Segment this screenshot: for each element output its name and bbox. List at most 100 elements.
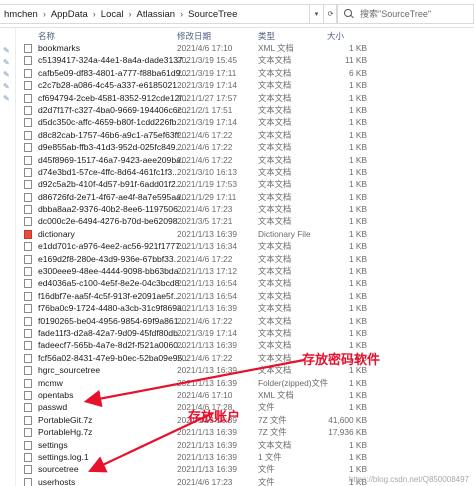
- file-name[interactable]: d74e3bd1-57ce-4ffc-8d64-461fc1f3...: [38, 166, 190, 178]
- file-name[interactable]: PortableGit.7z: [38, 414, 190, 426]
- file-row[interactable]: d86726fd-2e71-4f67-ae4f-8a7e595aa... 2021…: [20, 191, 474, 203]
- file-name[interactable]: d9e855ab-ffb3-41d3-952d-025fc849...: [38, 141, 190, 153]
- file-row[interactable]: d74e3bd1-57ce-4ffc-8d64-461fc1f3... 2021/…: [20, 166, 474, 178]
- file-size: 41,600 KB: [328, 414, 367, 425]
- file-row[interactable]: e1dd701c-a976-4ee2-ac56-921f1777... 2021/…: [20, 240, 474, 252]
- file-row[interactable]: c2c7b28-a086-4c45-a337-e6185021... 2021/3…: [20, 79, 474, 91]
- file-row[interactable]: hgrc_sourcetree 2021/1/13 16:39 文本文档 1 KB: [20, 364, 474, 376]
- file-name[interactable]: hgrc_sourcetree: [38, 364, 190, 376]
- history-dropdown-icon[interactable]: ▾: [310, 4, 324, 24]
- file-row[interactable]: e300eee9-48ee-4444-9098-bb63bda... 2021/1…: [20, 265, 474, 277]
- file-name[interactable]: e1dd701c-a976-4ee2-ac56-921f1777...: [38, 240, 190, 252]
- file-row[interactable]: sourcetree 2021/1/13 16:39 文件 1 KB: [20, 463, 474, 475]
- file-name[interactable]: d45f8969-1517-46a7-9423-aee209ba...: [38, 154, 190, 166]
- breadcrumb-item-sourcetree[interactable]: SourceTree: [186, 9, 239, 20]
- file-name[interactable]: dc000c2e-6494-4276-b70d-be62098...: [38, 215, 190, 227]
- file-name[interactable]: f16dbf7e-aa5f-4c5f-913f-e2091ae5f...: [38, 290, 190, 302]
- file-type: 文本文档: [258, 55, 292, 66]
- file-row[interactable]: settings.log.1 2021/1/13 16:39 1 文件 1 KB: [20, 451, 474, 463]
- file-name[interactable]: c2c7b28-a086-4c45-a337-e6185021...: [38, 79, 190, 91]
- file-name[interactable]: d92c5a2b-410f-4d57-b91f-6add01f2...: [38, 178, 190, 190]
- file-type: 7Z 文件: [258, 414, 287, 425]
- file-row[interactable]: c5139417-324a-44e1-8a4a-dade3137... 2021/…: [20, 54, 474, 66]
- file-name[interactable]: f0190265-be04-4956-9854-69f9a861...: [38, 315, 190, 327]
- file-name[interactable]: settings.log.1: [38, 451, 190, 463]
- file-name[interactable]: fcf56a02-8431-47e9-b0ec-52ba09e95...: [38, 352, 190, 364]
- chevron-right-icon[interactable]: ›: [126, 9, 135, 19]
- column-header-date[interactable]: 修改日期: [177, 30, 211, 42]
- file-row[interactable]: PortableGit.7z 2021/1/13 16:39 7Z 文件 41,600…: [20, 414, 474, 426]
- column-header-name[interactable]: 名称: [38, 30, 55, 42]
- file-row[interactable]: opentabs 2021/4/6 17:10 XML 文档 1 KB: [20, 389, 474, 401]
- search-box[interactable]: [336, 4, 474, 24]
- file-name[interactable]: opentabs: [38, 389, 190, 401]
- file-name[interactable]: bookmarks: [38, 42, 190, 54]
- file-row[interactable]: d9e855ab-ffb3-41d3-952d-025fc849... 2021/…: [20, 141, 474, 153]
- breadcrumb[interactable]: hmchen › AppData › Local › Atlassian › S…: [0, 4, 310, 24]
- file-name[interactable]: d5dc350c-affc-4659-b80f-1cdd226fb...: [38, 116, 190, 128]
- file-name[interactable]: d8c82cab-1757-46b6-a9c1-a75ef63ff...: [38, 129, 190, 141]
- file-icon: [24, 465, 32, 475]
- search-input[interactable]: [360, 9, 470, 19]
- file-type: 1 文件: [258, 451, 282, 462]
- breadcrumb-item-user[interactable]: hmchen: [2, 9, 40, 20]
- chevron-right-icon[interactable]: ›: [177, 9, 186, 19]
- pin-icon: ✎: [3, 94, 10, 103]
- file-name[interactable]: f76ba0c9-1724-4480-a3cb-31c9f869a...: [38, 302, 190, 314]
- file-name[interactable]: PortableHg.7z: [38, 426, 190, 438]
- file-row[interactable]: d5dc350c-affc-4659-b80f-1cdd226fb... 2021…: [20, 116, 474, 128]
- file-row[interactable]: d92c5a2b-410f-4d57-b91f-6add01f2... 2021/…: [20, 178, 474, 190]
- file-type: 文本文档: [258, 303, 292, 314]
- file-row[interactable]: f0190265-be04-4956-9854-69f9a861... 2021/…: [20, 315, 474, 327]
- file-row[interactable]: e169d2f8-280e-43d9-936e-67bbf33... 2021/4…: [20, 253, 474, 265]
- file-name[interactable]: c5139417-324a-44e1-8a4a-dade3137...: [38, 54, 190, 66]
- file-row[interactable]: fadeecf7-565b-4a7e-8d2f-f521a0060... 2021…: [20, 339, 474, 351]
- navigation-pane[interactable]: ✎ ✎ ✎ ✎ ✎: [0, 28, 16, 486]
- file-date: 2021/4/6 17:22: [177, 253, 233, 264]
- file-row[interactable]: dc000c2e-6494-4276-b70d-be62098... 2021/3…: [20, 215, 474, 227]
- file-name[interactable]: settings: [38, 439, 190, 451]
- file-row[interactable]: cafb5e09-df83-4801-a777-f88ba61d9... 2021…: [20, 67, 474, 79]
- file-row[interactable]: cf694794-2ceb-4581-8352-912cde12f... 2021…: [20, 92, 474, 104]
- file-row[interactable]: d8c82cab-1757-46b6-a9c1-a75ef63ff... 2021…: [20, 129, 474, 141]
- file-row[interactable]: ed4036a5-c100-4e5f-8e2e-04c3bcd8... 2021/…: [20, 277, 474, 289]
- file-name[interactable]: cafb5e09-df83-4801-a777-f88ba61d9...: [38, 67, 190, 79]
- file-row[interactable]: PortableHg.7z 2021/1/13 16:39 7Z 文件 17,936 …: [20, 426, 474, 438]
- file-row[interactable]: dbba8aa2-9376-40b2-8ee6-1197506... 2021/4…: [20, 203, 474, 215]
- file-name[interactable]: d2d7f17f-c327-4ba0-9669-194406c6c...: [38, 104, 190, 116]
- file-name[interactable]: fade11f3-d2a8-42a7-9d09-45fdf80db...: [38, 327, 190, 339]
- file-row[interactable]: settings 2021/1/13 16:39 文本文档 1 KB: [20, 439, 474, 451]
- file-name[interactable]: fadeecf7-565b-4a7e-8d2f-f521a0060...: [38, 339, 190, 351]
- file-row[interactable]: dictionary 2021/1/13 16:39 Dictionary File…: [20, 228, 474, 240]
- file-name[interactable]: e169d2f8-280e-43d9-936e-67bbf33...: [38, 253, 190, 265]
- file-name[interactable]: mcmw: [38, 377, 190, 389]
- breadcrumb-item-local[interactable]: Local: [99, 9, 126, 20]
- file-name[interactable]: sourcetree: [38, 463, 190, 475]
- file-row[interactable]: f76ba0c9-1724-4480-a3cb-31c9f869a... 2021…: [20, 302, 474, 314]
- file-row[interactable]: fcf56a02-8431-47e9-b0ec-52ba09e95... 2021…: [20, 352, 474, 364]
- file-row[interactable]: d45f8969-1517-46a7-9423-aee209ba... 2021/…: [20, 154, 474, 166]
- file-name[interactable]: d86726fd-2e71-4f67-ae4f-8a7e595aa...: [38, 191, 190, 203]
- chevron-right-icon[interactable]: ›: [90, 9, 99, 19]
- file-name[interactable]: e300eee9-48ee-4444-9098-bb63bda...: [38, 265, 190, 277]
- file-row[interactable]: mcmw 2021/1/13 16:39 Folder(zipped)文件 1 KB: [20, 377, 474, 389]
- file-name[interactable]: passwd: [38, 401, 190, 413]
- file-row[interactable]: f16dbf7e-aa5f-4c5f-913f-e2091ae5f... 2021…: [20, 290, 474, 302]
- file-type: 文本文档: [258, 80, 292, 91]
- breadcrumb-item-atlassian[interactable]: Atlassian: [135, 9, 178, 20]
- file-name[interactable]: dbba8aa2-9376-40b2-8ee6-1197506...: [38, 203, 190, 215]
- file-name[interactable]: ed4036a5-c100-4e5f-8e2e-04c3bcd8...: [38, 277, 190, 289]
- file-row[interactable]: d2d7f17f-c327-4ba0-9669-194406c6c... 2021…: [20, 104, 474, 116]
- chevron-right-icon[interactable]: ›: [40, 9, 49, 19]
- file-row[interactable]: bookmarks 2021/4/6 17:10 XML 文档 1 KB: [20, 42, 474, 54]
- file-name[interactable]: dictionary: [38, 228, 190, 240]
- file-name[interactable]: userhosts: [38, 476, 190, 486]
- file-name[interactable]: cf694794-2ceb-4581-8352-912cde12f...: [38, 92, 190, 104]
- file-row[interactable]: passwd 2021/4/6 17:28 文件 1 KB: [20, 401, 474, 413]
- column-header-size[interactable]: 大小: [327, 30, 344, 42]
- file-size: 1 KB: [349, 80, 367, 91]
- file-size: 1 KB: [349, 204, 367, 215]
- column-header-type[interactable]: 类型: [258, 30, 275, 42]
- breadcrumb-item-appdata[interactable]: AppData: [49, 9, 90, 20]
- file-row[interactable]: fade11f3-d2a8-42a7-9d09-45fdf80db... 2021…: [20, 327, 474, 339]
